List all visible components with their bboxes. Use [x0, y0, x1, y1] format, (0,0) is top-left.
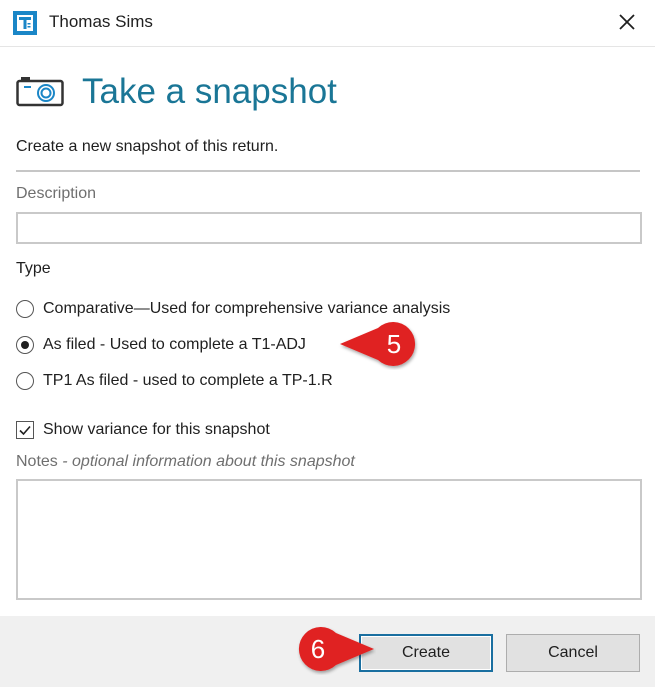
radio-label: Comparative—Used for comprehensive varia…: [43, 300, 451, 317]
camera-icon: [16, 77, 64, 107]
create-button[interactable]: Create: [359, 634, 493, 672]
callout-number: 5: [386, 329, 402, 359]
page-title: Take a snapshot: [82, 72, 337, 111]
page-subtitle: Create a new snapshot of this return.: [16, 138, 279, 155]
description-label: Description: [16, 185, 97, 202]
window-title: Thomas Sims: [49, 12, 153, 31]
step-callout-6: 6: [284, 625, 376, 675]
variance-label: Show variance for this snapshot: [43, 421, 270, 438]
type-label: Type: [16, 260, 51, 277]
callout-number: 6: [310, 634, 326, 664]
radio-label: TP1 As filed - used to complete a TP-1.R: [43, 372, 333, 389]
radio-tp1-as-filed[interactable]: TP1 As filed - used to complete a TP-1.R: [16, 369, 333, 393]
radio-button[interactable]: [16, 372, 34, 390]
variance-checkbox[interactable]: [16, 421, 34, 439]
notes-hint: - optional information about this snapsh…: [57, 453, 355, 470]
radio-as-filed[interactable]: As filed - Used to complete a T1-ADJ: [16, 333, 306, 357]
divider: [16, 170, 640, 172]
notes-label-text: Notes: [16, 453, 58, 470]
description-input[interactable]: [16, 212, 642, 244]
app-logo-icon: [13, 11, 37, 35]
radio-button-selected[interactable]: [16, 336, 34, 354]
title-bar: Thomas Sims: [0, 0, 655, 47]
notes-label: Notes - optional information about this …: [16, 453, 355, 471]
close-icon[interactable]: [613, 8, 641, 36]
checkmark-icon: [19, 425, 31, 436]
radio-comparative[interactable]: Comparative—Used for comprehensive varia…: [16, 297, 450, 321]
cancel-button[interactable]: Cancel: [506, 634, 640, 672]
notes-textarea[interactable]: [16, 479, 642, 600]
radio-button[interactable]: [16, 300, 34, 318]
variance-checkbox-row[interactable]: Show variance for this snapshot: [16, 418, 270, 442]
radio-label: As filed - Used to complete a T1-ADJ: [43, 336, 306, 353]
step-callout-5: 5: [338, 320, 430, 370]
